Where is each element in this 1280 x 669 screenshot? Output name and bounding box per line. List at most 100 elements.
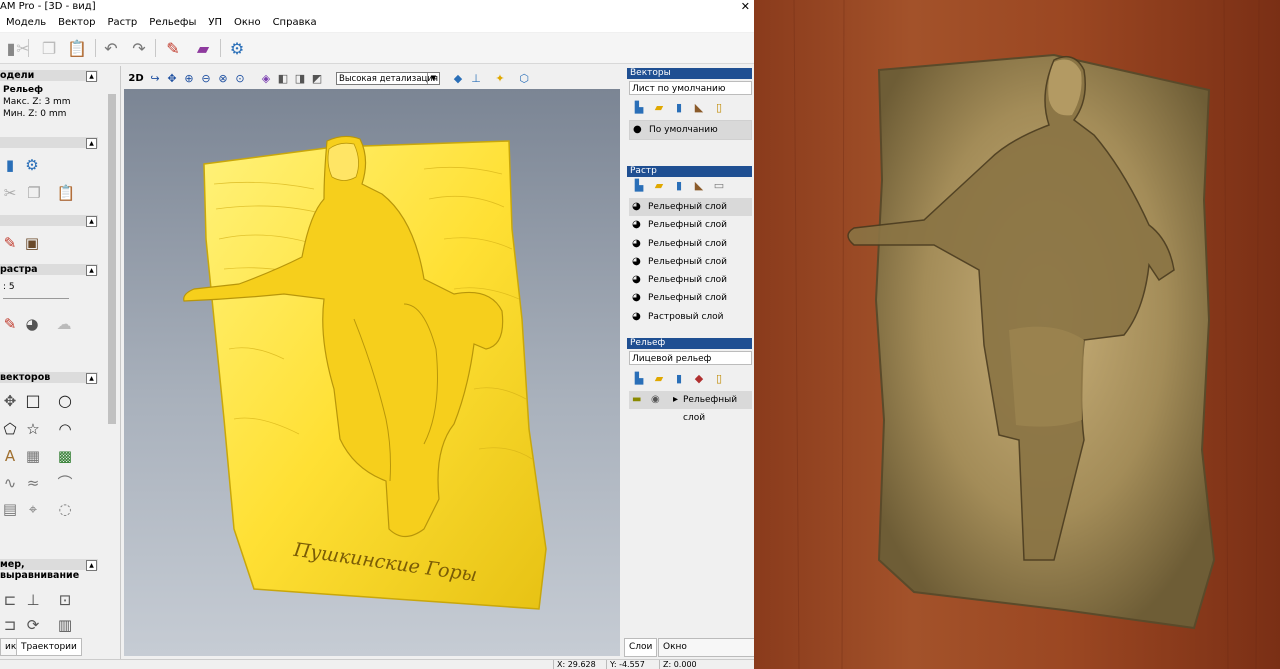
offset-icon[interactable]: ⌖ bbox=[23, 499, 43, 519]
menu-vector[interactable]: Вектор bbox=[52, 14, 101, 32]
undo-icon[interactable]: ↶ bbox=[100, 37, 122, 59]
new-layer-icon[interactable]: ▙ bbox=[629, 101, 649, 114]
menu-model[interactable]: Модель bbox=[0, 14, 52, 32]
file-section-header[interactable]: ▲ bbox=[0, 137, 98, 149]
collapse-icon[interactable]: ▲ bbox=[86, 560, 97, 571]
save-raster-icon[interactable]: ▮ bbox=[669, 179, 689, 192]
list-item[interactable]: ◕ Рельефный слой bbox=[629, 289, 752, 307]
tools-icon[interactable]: ⚙ bbox=[226, 37, 248, 59]
star-icon[interactable]: ☆ bbox=[23, 419, 43, 439]
list-item[interactable]: ◕ Рельефный слой bbox=[629, 271, 752, 289]
save-model-icon[interactable]: ▮ bbox=[0, 155, 20, 175]
list-item[interactable]: ◕ Рельефный слой bbox=[629, 235, 752, 253]
top-view-icon[interactable]: ◩ bbox=[309, 71, 325, 87]
raster-slider[interactable] bbox=[3, 298, 69, 299]
model-tools-icon[interactable]: ⚙ bbox=[22, 155, 42, 175]
scroll-thumb[interactable] bbox=[108, 94, 116, 424]
collapse-icon[interactable]: ▲ bbox=[86, 71, 97, 82]
cut-icon[interactable]: ✂ bbox=[12, 37, 34, 59]
light-bulb-icon[interactable]: ✦ bbox=[492, 71, 508, 87]
menu-toolpaths[interactable]: УП bbox=[202, 14, 228, 32]
open-relief-icon[interactable]: ▰ bbox=[649, 372, 669, 385]
layers-icon[interactable]: ▤ bbox=[0, 499, 20, 519]
tab-toolpaths[interactable]: Траектории bbox=[16, 638, 82, 656]
list-item[interactable]: ◕ Растровый слой bbox=[629, 308, 752, 326]
paste-icon[interactable]: 📋 bbox=[66, 37, 88, 59]
side-view-icon[interactable]: ◨ bbox=[292, 71, 308, 87]
book-icon[interactable]: ▰ bbox=[192, 37, 214, 59]
text-tool-icon[interactable]: A bbox=[0, 446, 20, 466]
raster-options-icon[interactable]: ▭ bbox=[709, 179, 729, 192]
zoom-fit-icon[interactable]: ⊗ bbox=[215, 71, 231, 87]
edit-icon[interactable]: ✎ bbox=[162, 37, 184, 59]
eye-icon[interactable]: ◉ bbox=[651, 391, 660, 409]
delete-layer-icon[interactable]: ▯ bbox=[709, 101, 729, 114]
axes-icon[interactable]: ⊥ bbox=[468, 71, 484, 87]
spline-icon[interactable]: ⌒ bbox=[55, 473, 75, 493]
node-edit-icon[interactable]: ✥ bbox=[0, 391, 20, 411]
vector-sheet-field[interactable]: Лист по умолчанию bbox=[629, 81, 752, 95]
collapse-icon[interactable]: ▲ bbox=[86, 265, 97, 276]
list-item[interactable]: ● По умолчанию bbox=[630, 121, 751, 140]
list-item[interactable]: ◕ Рельефный слой bbox=[629, 198, 752, 217]
paste-model-icon[interactable]: 📋 bbox=[56, 183, 76, 203]
close-icon[interactable]: ✕ bbox=[741, 0, 750, 14]
align-section-header[interactable]: мер, выравнивание ▲ bbox=[0, 559, 98, 581]
grid-icon[interactable]: ▦ bbox=[23, 446, 43, 466]
new-relief-icon[interactable]: ▙ bbox=[629, 372, 649, 385]
nest-icon[interactable]: ▥ bbox=[55, 615, 75, 635]
fillet-icon[interactable]: ◌ bbox=[55, 499, 75, 519]
open-layer-icon[interactable]: ▰ bbox=[649, 101, 669, 114]
arc-icon[interactable]: ◠ bbox=[55, 419, 75, 439]
save-layer-icon[interactable]: ▮ bbox=[669, 101, 689, 114]
material-icon[interactable]: ⬡ bbox=[516, 71, 532, 87]
list-item[interactable]: ◕ Рельефный слой bbox=[629, 253, 752, 271]
menu-raster[interactable]: Растр bbox=[101, 14, 143, 32]
detail-level-select[interactable]: Высокая детализация ▼ bbox=[336, 72, 440, 85]
brush-raster-icon[interactable]: ◣ bbox=[689, 179, 709, 192]
menu-window[interactable]: Окно bbox=[228, 14, 267, 32]
align-center-icon[interactable]: ⊥ bbox=[23, 590, 43, 610]
zoom-out-icon[interactable]: ⊖ bbox=[198, 71, 214, 87]
model-section-header[interactable]: одели ▲ bbox=[0, 70, 98, 82]
copy-icon[interactable]: ❐ bbox=[38, 37, 60, 59]
collapse-icon[interactable]: ▲ bbox=[86, 138, 97, 149]
cloud-icon[interactable]: ☁ bbox=[54, 314, 74, 334]
rectangle-icon[interactable]: □ bbox=[23, 391, 43, 411]
rotate-view-icon[interactable]: ↪ bbox=[147, 71, 163, 87]
image-icon[interactable]: ▣ bbox=[22, 233, 42, 253]
expand-icon[interactable]: ▸ bbox=[673, 391, 678, 409]
align-right-icon[interactable]: ⊐ bbox=[0, 615, 20, 635]
pan-icon[interactable]: ✥ bbox=[164, 71, 180, 87]
curve-icon[interactable]: ∿ bbox=[0, 473, 20, 493]
align-left-icon[interactable]: ⊏ bbox=[0, 590, 20, 610]
copy-model-icon[interactable]: ❐ bbox=[24, 183, 44, 203]
align-width-icon[interactable]: ⊡ bbox=[55, 590, 75, 610]
brush-layer-icon[interactable]: ◣ bbox=[689, 101, 709, 114]
relief-delete-icon[interactable]: ▯ bbox=[709, 372, 729, 385]
menu-help[interactable]: Справка bbox=[267, 14, 323, 32]
3d-viewport[interactable]: Пушкинские Горы bbox=[124, 89, 620, 656]
redo-icon[interactable]: ↷ bbox=[128, 37, 150, 59]
rotate-icon[interactable]: ⟳ bbox=[23, 615, 43, 635]
collapse-icon[interactable]: ▲ bbox=[86, 216, 97, 227]
collapse-icon[interactable]: ▲ bbox=[86, 373, 97, 384]
cut-model-icon[interactable]: ✂ bbox=[0, 183, 20, 203]
bitmap-section-header[interactable]: ▲ bbox=[0, 215, 98, 227]
relief-name-field[interactable]: Лицевой рельеф bbox=[629, 351, 752, 365]
view-2d-button[interactable]: 2D bbox=[128, 71, 144, 87]
bitmap-vector-icon[interactable]: ▩ bbox=[55, 446, 75, 466]
circle-icon[interactable]: ○ bbox=[55, 391, 75, 411]
polygon-icon[interactable]: ⬠ bbox=[0, 419, 20, 439]
list-item[interactable]: ◕ Рельефный слой bbox=[629, 216, 752, 234]
front-view-icon[interactable]: ◧ bbox=[275, 71, 291, 87]
raster-section-header[interactable]: растра ▲ bbox=[0, 264, 98, 276]
chevron-down-icon[interactable]: ▼ bbox=[427, 73, 439, 84]
relief-combine-icon[interactable]: ◆ bbox=[689, 372, 709, 385]
zoom-in-icon[interactable]: ⊕ bbox=[181, 71, 197, 87]
zoom-window-icon[interactable]: ⊙ bbox=[232, 71, 248, 87]
iso-view-icon[interactable]: ◈ bbox=[258, 71, 274, 87]
brush-icon[interactable]: ✎ bbox=[0, 233, 20, 253]
left-scrollbar[interactable] bbox=[106, 88, 118, 628]
list-item[interactable]: ▬ ◉ ▸ Рельефный слой bbox=[629, 391, 752, 423]
